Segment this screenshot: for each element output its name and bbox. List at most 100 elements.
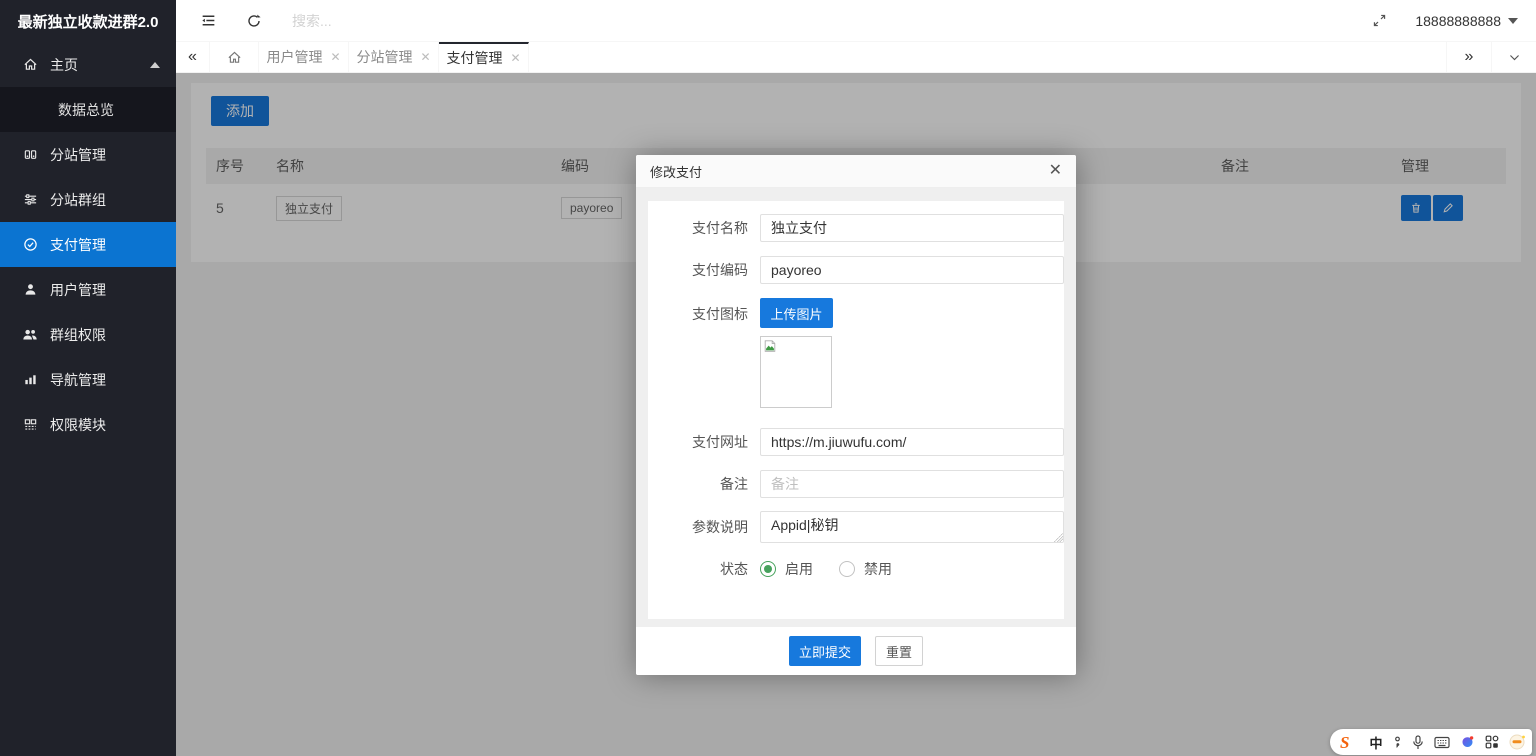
chevron-up-icon xyxy=(150,62,160,68)
sidebar: 最新独立收款进群2.0 主页 数据总览 分站管理 xyxy=(0,0,176,756)
upload-image-button[interactable]: 上传图片 xyxy=(760,298,833,328)
form-row-code: 支付编码 xyxy=(648,256,1064,284)
fullscreen-icon[interactable] xyxy=(1369,11,1389,31)
sidebar-item-label: 分站管理 xyxy=(50,145,106,165)
sidebar-menu: 主页 数据总览 分站管理 分站群组 xyxy=(0,42,176,447)
sliders-icon xyxy=(22,192,38,208)
close-icon[interactable]: ✕ xyxy=(420,50,430,64)
close-icon[interactable]: ✕ xyxy=(330,50,340,64)
payment-form: 支付名称 支付编码 支付图标 上传图片 支付网址 xyxy=(648,201,1064,619)
bar-chart-icon xyxy=(22,372,38,388)
home-icon xyxy=(227,50,242,65)
grid-icon xyxy=(22,417,38,433)
sidebar-item-label: 用户管理 xyxy=(50,280,106,300)
tab-controls: » xyxy=(1446,42,1536,72)
form-row-name: 支付名称 xyxy=(648,214,1064,242)
users-icon xyxy=(22,327,38,343)
payment-name-input[interactable] xyxy=(760,214,1064,242)
topbar: 18888888888 xyxy=(176,0,1536,42)
modal-title: 修改支付 xyxy=(650,162,702,181)
close-icon[interactable]: ✕ xyxy=(1049,163,1062,179)
modal-header: 修改支付 ✕ xyxy=(636,155,1076,188)
form-row-params: 参数说明 Appid|秘钥 xyxy=(648,511,1064,543)
topbar-right: 18888888888 xyxy=(1369,11,1518,31)
sidebar-item-users[interactable]: 用户管理 xyxy=(0,267,176,312)
remark-input[interactable] xyxy=(760,470,1064,498)
sidebar-item-navigation[interactable]: 导航管理 xyxy=(0,357,176,402)
tab-payment-management[interactable]: 支付管理 ✕ xyxy=(439,42,529,72)
status-radio-group: 启用 禁用 xyxy=(760,559,892,579)
tabs-scroll-right-icon[interactable]: » xyxy=(1446,42,1491,72)
payment-url-input[interactable] xyxy=(760,428,1064,456)
modal-footer: 立即提交 重置 xyxy=(636,627,1076,675)
refresh-icon[interactable] xyxy=(244,11,264,31)
sidebar-item-permission-modules[interactable]: 权限模块 xyxy=(0,402,176,447)
sidebar-item-label: 导航管理 xyxy=(50,370,106,390)
sidebar-item-label: 主页 xyxy=(50,55,78,75)
radio-selected-icon xyxy=(760,561,776,577)
sidebar-item-home[interactable]: 主页 xyxy=(0,42,176,87)
tab-label: 分站管理 xyxy=(356,47,412,67)
sidebar-item-data-overview[interactable]: 数据总览 xyxy=(0,87,176,132)
sidebar-item-payment[interactable]: 支付管理 xyxy=(0,222,176,267)
reset-button[interactable]: 重置 xyxy=(875,636,923,666)
circle-check-icon xyxy=(22,237,38,253)
status-label: 状态 xyxy=(659,559,748,579)
payment-icon-label: 支付图标 xyxy=(659,304,748,324)
ime-punctuation-icon[interactable] xyxy=(1392,735,1402,749)
broken-image-icon xyxy=(763,339,777,353)
sidebar-item-label: 权限模块 xyxy=(50,415,106,435)
payment-url-label: 支付网址 xyxy=(659,432,748,452)
sidebar-item-label: 分站群组 xyxy=(50,190,106,210)
sidebar-item-group-permissions[interactable]: 群组权限 xyxy=(0,312,176,357)
tabs-scroll-left-icon[interactable]: « xyxy=(176,42,210,72)
sidebar-item-substation-groups[interactable]: 分站群组 xyxy=(0,177,176,222)
params-textarea[interactable]: Appid|秘钥 xyxy=(760,511,1064,543)
app-title: 最新独立收款进群2.0 xyxy=(0,0,176,42)
ime-toolbar: S 中 xyxy=(1330,729,1532,755)
tab-label: 支付管理 xyxy=(446,48,502,68)
status-disabled-radio[interactable]: 禁用 xyxy=(839,559,892,579)
sogou-logo-icon[interactable]: S xyxy=(1340,734,1349,751)
collapse-sidebar-icon[interactable] xyxy=(198,11,218,31)
tab-label: 用户管理 xyxy=(266,47,322,67)
sidebar-item-label: 支付管理 xyxy=(50,235,106,255)
upload-area: 上传图片 xyxy=(760,298,833,408)
form-row-status: 状态 启用 禁用 xyxy=(648,559,1064,579)
params-label: 参数说明 xyxy=(659,517,748,537)
radio-unselected-icon xyxy=(839,561,855,577)
status-enabled-label: 启用 xyxy=(785,559,813,579)
caret-down-icon xyxy=(1508,18,1518,24)
home-icon xyxy=(22,57,38,73)
sidebar-item-label: 数据总览 xyxy=(58,100,114,120)
payment-code-label: 支付编码 xyxy=(659,260,748,280)
ime-language-toggle[interactable]: 中 xyxy=(1369,733,1382,752)
apps-grid-icon[interactable] xyxy=(1485,735,1499,749)
microphone-icon[interactable] xyxy=(1412,735,1424,750)
payment-icon-preview xyxy=(760,336,832,408)
close-icon[interactable]: ✕ xyxy=(510,51,520,65)
tabbar: « 用户管理 ✕ 分站管理 ✕ 支付管理 ✕ » xyxy=(176,42,1536,73)
search-input[interactable] xyxy=(292,13,472,29)
remark-label: 备注 xyxy=(659,474,748,494)
form-row-remark: 备注 xyxy=(648,470,1064,498)
form-row-url: 支付网址 xyxy=(648,428,1064,456)
keyboard-icon[interactable] xyxy=(1434,736,1450,749)
ime-skin-icon[interactable] xyxy=(1509,734,1526,750)
home-tab[interactable] xyxy=(210,42,259,72)
edit-payment-modal: 修改支付 ✕ 支付名称 支付编码 支付图标 上传图片 xyxy=(636,155,1076,675)
substation-icon xyxy=(22,147,38,163)
tab-user-management[interactable]: 用户管理 ✕ xyxy=(259,42,349,72)
payment-name-label: 支付名称 xyxy=(659,218,748,238)
tab-substation-management[interactable]: 分站管理 ✕ xyxy=(349,42,439,72)
sidebar-item-label: 群组权限 xyxy=(50,325,106,345)
status-enabled-radio[interactable]: 启用 xyxy=(760,559,813,579)
payment-code-input[interactable] xyxy=(760,256,1064,284)
account-dropdown[interactable]: 18888888888 xyxy=(1415,13,1518,29)
form-row-icon: 支付图标 上传图片 xyxy=(648,298,1064,408)
tabs-menu-icon[interactable] xyxy=(1491,42,1536,72)
submit-button[interactable]: 立即提交 xyxy=(789,636,861,666)
ai-assistant-icon[interactable] xyxy=(1460,735,1475,750)
sidebar-item-substation[interactable]: 分站管理 xyxy=(0,132,176,177)
account-phone: 18888888888 xyxy=(1415,13,1501,29)
